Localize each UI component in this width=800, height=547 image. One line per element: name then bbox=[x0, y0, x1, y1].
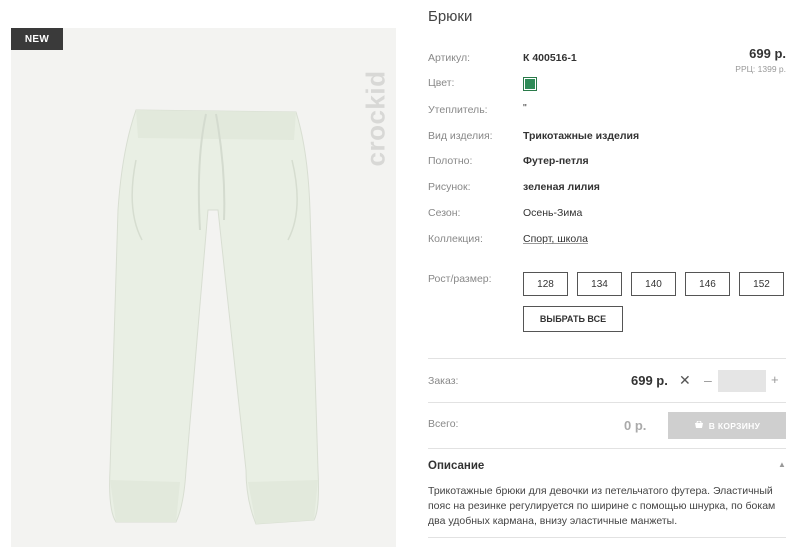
season-label: Сезон: bbox=[428, 207, 461, 219]
pants-image bbox=[109, 109, 319, 525]
article-value: К 400516-1 bbox=[523, 52, 577, 64]
fabric-label: Полотно: bbox=[428, 155, 473, 167]
decrement-button[interactable]: – bbox=[704, 372, 712, 388]
total-value: 0 р. bbox=[624, 418, 647, 433]
select-all-button[interactable]: ВЫБРАТЬ ВСЕ bbox=[523, 306, 623, 332]
color-label: Цвет: bbox=[428, 77, 455, 89]
season-value: Осень-Зима bbox=[523, 207, 583, 219]
color-swatch[interactable] bbox=[523, 77, 537, 91]
collapse-caret-icon[interactable]: ▲ bbox=[778, 460, 786, 469]
increment-button[interactable]: + bbox=[771, 372, 779, 387]
rrc-price: РРЦ: 1399 р. bbox=[735, 64, 786, 74]
divider bbox=[428, 448, 786, 449]
type-value: Трикотажные изделия bbox=[523, 130, 640, 142]
product-title: Брюки bbox=[428, 8, 473, 25]
order-price: 699 р. bbox=[631, 373, 668, 388]
add-to-cart-button[interactable]: В КОРЗИНУ bbox=[668, 412, 786, 439]
size-label: Рост/размер: bbox=[428, 273, 492, 285]
new-badge: NEW bbox=[11, 28, 63, 50]
cart-icon bbox=[694, 421, 703, 428]
type-label: Вид изделия: bbox=[428, 130, 493, 142]
total-label: Всего: bbox=[428, 418, 459, 430]
divider bbox=[428, 537, 786, 538]
pattern-value: зеленая лилия bbox=[523, 181, 600, 193]
divider bbox=[428, 402, 786, 403]
brand-logo: crockid bbox=[360, 70, 391, 167]
order-label: Заказ: bbox=[428, 375, 459, 387]
cart-button-label: В КОРЗИНУ bbox=[708, 420, 761, 431]
insulation-label: Утеплитель: bbox=[428, 104, 488, 116]
collection-label: Коллекция: bbox=[428, 233, 483, 245]
article-label: Артикул: bbox=[428, 52, 471, 64]
pattern-label: Рисунок: bbox=[428, 181, 471, 193]
description-text: Трикотажные брюки для девочки из петельч… bbox=[428, 485, 776, 527]
quantity-input[interactable] bbox=[718, 370, 766, 392]
fabric-value: Футер-петля bbox=[523, 155, 589, 167]
description-title[interactable]: Описание bbox=[428, 460, 484, 472]
size-option-152[interactable]: 152 bbox=[739, 272, 784, 296]
size-option-128[interactable]: 128 bbox=[523, 272, 568, 296]
times-icon: ✕ bbox=[679, 372, 691, 388]
size-option-146[interactable]: 146 bbox=[685, 272, 730, 296]
insulation-value: " bbox=[523, 102, 527, 114]
product-price: 699 р. bbox=[749, 46, 786, 61]
product-photo[interactable]: crockid bbox=[11, 28, 396, 547]
size-option-134[interactable]: 134 bbox=[577, 272, 622, 296]
divider bbox=[428, 358, 786, 359]
collection-link[interactable]: Спорт, школа bbox=[523, 233, 588, 245]
size-option-140[interactable]: 140 bbox=[631, 272, 676, 296]
